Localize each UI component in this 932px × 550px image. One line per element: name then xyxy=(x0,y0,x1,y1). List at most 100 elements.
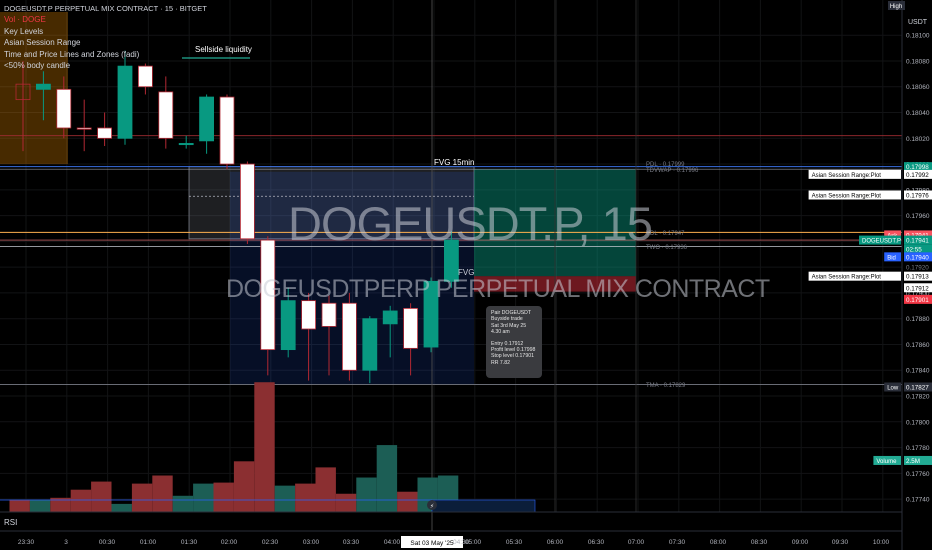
legend-indicator-body-candle[interactable]: <50% body candle xyxy=(4,60,207,71)
price-tick: 0.17760 xyxy=(906,471,930,478)
time-tick: 03:00 xyxy=(303,539,320,546)
price-badge-text: 0.17827 xyxy=(906,385,929,392)
crosshair-time-text: Sat 03 May '25 xyxy=(410,540,454,547)
trade-info-tooltip: Pair DOGEUSDT Buyside trade Sat 3rd May … xyxy=(486,306,542,378)
price-tick: 0.17960 xyxy=(906,213,930,220)
price-badge-text: 0.17976 xyxy=(906,192,929,199)
volume-bar xyxy=(131,483,153,512)
candle-body xyxy=(301,300,317,330)
volume-bar xyxy=(335,493,357,512)
legend-indicator-asian-session[interactable]: Asian Session Range xyxy=(4,37,207,48)
price-tick: 0.17740 xyxy=(906,497,930,504)
time-tick: 3 xyxy=(64,539,68,546)
volume-bar xyxy=(29,499,51,512)
tooltip-rr: RR 7.82 xyxy=(491,359,511,366)
price-tick: 0.17800 xyxy=(906,419,930,426)
price-badge-text: 0.17920 xyxy=(906,265,929,272)
price-tick: 0.17840 xyxy=(906,368,930,375)
price-tick: 0.17860 xyxy=(906,342,930,349)
price-tick: 0.18040 xyxy=(906,110,930,117)
volume-bar xyxy=(193,483,214,512)
time-tick: 08:00 xyxy=(710,539,727,546)
price-badge-label: DOGEUSDT.P xyxy=(862,239,901,245)
time-tick: 09:30 xyxy=(832,539,849,546)
price-badge-label: Asian Session Range:Plot xyxy=(812,173,882,179)
candle xyxy=(239,161,255,244)
candle-body xyxy=(97,127,112,139)
price-tick: 0.18080 xyxy=(906,58,930,65)
price-badge-label: Volume xyxy=(876,459,897,465)
candle-body xyxy=(239,163,255,240)
volume-bar xyxy=(397,491,418,512)
legend-volume[interactable]: Vol · DOGE xyxy=(4,14,207,25)
volume-bar xyxy=(9,499,30,512)
volume-bar xyxy=(356,477,377,512)
volume-bar xyxy=(376,445,398,512)
price-badge-text: 0.17941 xyxy=(906,238,929,245)
candle-body xyxy=(76,127,92,130)
volume-bar xyxy=(213,482,234,512)
volume-bar xyxy=(233,461,255,512)
key-level-label: TMA · 0.17829 xyxy=(646,383,686,389)
volume-bar xyxy=(70,489,92,512)
time-tick: 09:00 xyxy=(792,539,809,546)
volume-bar xyxy=(274,485,296,512)
time-tick: 07:30 xyxy=(669,539,686,546)
time-tick: 23:30 xyxy=(18,539,35,546)
candle-body xyxy=(280,300,296,351)
tooltip-stop: Stop level 0.17901 xyxy=(491,353,534,360)
time-tick: 01:00 xyxy=(140,539,157,546)
volume-ma-box xyxy=(431,499,536,513)
legend-indicator-time-price[interactable]: Time and Price Lines and Zones (fadi) xyxy=(4,49,207,60)
time-tick: 05:30 xyxy=(506,539,523,546)
description-watermark: DOGEUSDTPERP PERPETUAL MIX CONTRACT xyxy=(226,275,770,303)
time-tick: 02:00 xyxy=(221,539,238,546)
lightning-glyph: ⚡ xyxy=(430,503,434,510)
key-level-label: TDVWAP · 0.17996 xyxy=(646,168,699,174)
time-tick: 00:30 xyxy=(99,539,116,546)
rsi-pane-label[interactable]: RSI xyxy=(4,518,17,527)
candle-body xyxy=(219,96,235,165)
time-tick: 02:30 xyxy=(262,539,279,546)
volume-bar xyxy=(152,475,173,512)
price-badge-label: Bid xyxy=(887,255,896,261)
legend-indicator-key-levels[interactable]: Key Levels xyxy=(4,26,207,37)
volume-bar xyxy=(172,495,194,512)
price-tick: 0.18060 xyxy=(906,84,930,91)
high-badge-text: High xyxy=(890,4,902,10)
price-tick: 0.17820 xyxy=(906,394,930,401)
candle-body xyxy=(117,65,133,139)
symbol-watermark: DOGEUSDT.P, 15 xyxy=(288,197,653,250)
price-badge-text: 0.17913 xyxy=(906,274,929,281)
price-badge-text: 0.17940 xyxy=(906,254,929,261)
time-tick: 01:30 xyxy=(181,539,198,546)
price-tick: 0.18100 xyxy=(906,33,930,40)
volume-bar xyxy=(315,467,336,512)
price-badge-label: Low xyxy=(887,386,899,392)
candle-body xyxy=(403,307,419,349)
time-tick: 06:30 xyxy=(588,539,605,546)
volume-bar xyxy=(295,483,316,512)
price-badge-label: Asian Session Range:Plot xyxy=(812,193,882,199)
price-badge-label: Asian Session Range:Plot xyxy=(812,275,882,281)
price-tick: 0.18020 xyxy=(906,136,930,143)
time-tick: 08:30 xyxy=(751,539,768,546)
candle-body xyxy=(321,302,337,327)
price-tick: 0.17780 xyxy=(906,445,930,452)
candle-body xyxy=(362,318,378,371)
sellside-liquidity-label: Sellside liquidity xyxy=(195,45,252,54)
volume-bar xyxy=(254,382,275,512)
price-badge-text: 0.17912 xyxy=(906,285,929,292)
symbol-title[interactable]: DOGEUSDT.P PERPETUAL MIX CONTRACT · 15 ·… xyxy=(4,3,207,14)
candle xyxy=(219,94,235,170)
candle-body xyxy=(178,143,194,146)
candle-body xyxy=(36,83,51,90)
time-tick: 03:30 xyxy=(343,539,360,546)
key-level-label: TWO · 0.17936 xyxy=(646,245,688,251)
candle-body xyxy=(158,91,174,139)
volume-bar xyxy=(91,481,112,512)
candle-body xyxy=(341,302,357,371)
time-tick: 04:30 xyxy=(453,539,470,546)
price-badge-text: 0.17992 xyxy=(906,172,929,179)
time-tick: 04:00 xyxy=(384,539,401,546)
